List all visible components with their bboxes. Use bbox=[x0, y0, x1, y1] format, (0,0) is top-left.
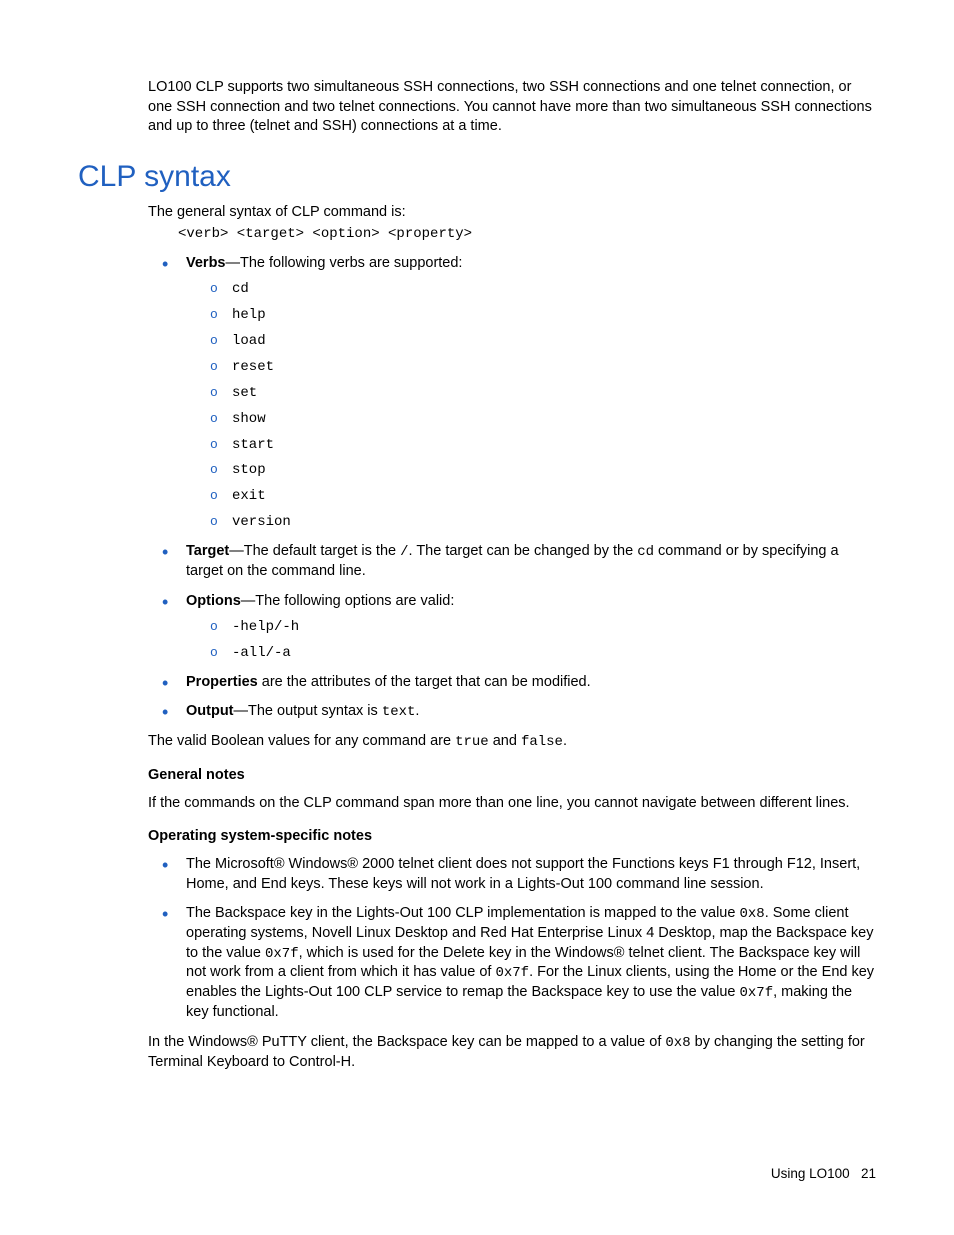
target-text-a: —The default target is the bbox=[229, 543, 400, 559]
bullet-properties: Properties are the attributes of the tar… bbox=[158, 673, 876, 693]
os-notes-heading: Operating system-specific notes bbox=[148, 827, 876, 847]
verb-item: cd bbox=[206, 279, 876, 299]
verbs-label-rest: —The following verbs are supported: bbox=[226, 255, 463, 271]
verb-item: stop bbox=[206, 460, 876, 480]
properties-text: are the attributes of the target that ca… bbox=[258, 674, 591, 690]
footer-label: Using LO100 bbox=[771, 1166, 850, 1181]
verb-item: exit bbox=[206, 486, 876, 506]
general-notes-heading: General notes bbox=[148, 766, 876, 786]
document-page: LO100 CLP supports two simultaneous SSH … bbox=[0, 0, 954, 1235]
os-note-2: The Backspace key in the Lights-Out 100 … bbox=[158, 904, 876, 1023]
target-label-bold: Target bbox=[186, 543, 229, 559]
target-text-b: . The target can be changed by the bbox=[409, 543, 638, 559]
os-note-1: The Microsoft® Windows® 2000 telnet clie… bbox=[158, 855, 876, 894]
options-list: -help/-h -all/-a bbox=[206, 617, 876, 663]
option-item: -help/-h bbox=[206, 617, 876, 637]
os-notes-list: The Microsoft® Windows® 2000 telnet clie… bbox=[158, 855, 876, 1023]
syntax-code: <verb> <target> <option> <property> bbox=[178, 225, 876, 244]
target-code-a: / bbox=[400, 544, 408, 560]
output-label-bold: Output bbox=[186, 703, 234, 719]
page-footer: Using LO100 21 bbox=[771, 1165, 876, 1183]
verb-item: load bbox=[206, 331, 876, 351]
intro-paragraph: LO100 CLP supports two simultaneous SSH … bbox=[148, 78, 876, 137]
target-code-b: cd bbox=[637, 544, 654, 560]
boolean-values-paragraph: The valid Boolean values for any command… bbox=[148, 732, 876, 752]
bullet-output: Output—The output syntax is text. bbox=[158, 702, 876, 722]
output-text-a: —The output syntax is bbox=[234, 703, 382, 719]
verbs-list: cd help load reset set show start stop e… bbox=[206, 279, 876, 532]
output-code: text bbox=[382, 704, 416, 720]
bullet-target: Target—The default target is the /. The … bbox=[158, 542, 876, 581]
bullet-verbs: Verbs—The following verbs are supported:… bbox=[158, 254, 876, 532]
bullet-options: Options—The following options are valid:… bbox=[158, 592, 876, 663]
footer-page-number: 21 bbox=[861, 1166, 876, 1181]
verb-item: version bbox=[206, 512, 876, 532]
verb-item: start bbox=[206, 435, 876, 455]
options-label-rest: —The following options are valid: bbox=[241, 593, 455, 609]
main-bullet-list: Verbs—The following verbs are supported:… bbox=[158, 254, 876, 723]
putty-paragraph: In the Windows® PuTTY client, the Backsp… bbox=[148, 1033, 876, 1072]
option-item: -all/-a bbox=[206, 643, 876, 663]
properties-label-bold: Properties bbox=[186, 674, 258, 690]
options-label-bold: Options bbox=[186, 593, 241, 609]
heading-clp-syntax: CLP syntax bbox=[78, 157, 876, 198]
verb-item: reset bbox=[206, 357, 876, 377]
verb-item: help bbox=[206, 305, 876, 325]
verbs-label-bold: Verbs bbox=[186, 255, 226, 271]
verb-item: show bbox=[206, 409, 876, 429]
syntax-label: The general syntax of CLP command is: bbox=[148, 203, 876, 223]
output-text-b: . bbox=[415, 703, 419, 719]
verb-item: set bbox=[206, 383, 876, 403]
general-notes-text: If the commands on the CLP command span … bbox=[148, 794, 876, 814]
